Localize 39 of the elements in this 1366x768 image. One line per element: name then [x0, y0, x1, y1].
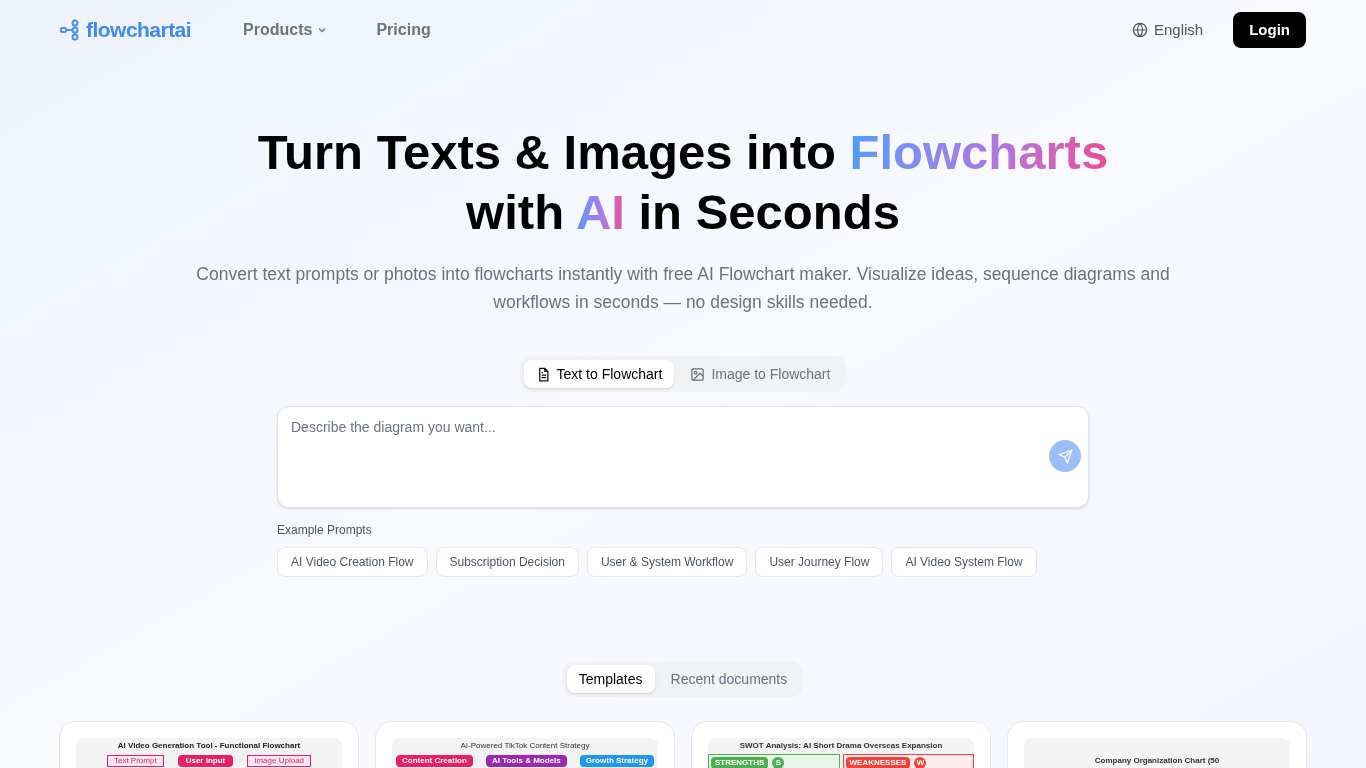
- template-card[interactable]: AI Video Generation Tool - Functional Flowchart Text Prompt User Input Image Upload: [59, 721, 359, 768]
- logo-icon: [60, 19, 80, 41]
- hero-subtitle: Convert text prompts or photos into flowcharts instantly with free AI Flowchart maker. Visualize ideas, sequence diagrams and workflows in seconds — no design skills needed.: [195, 263, 1171, 314]
- example-prompt-chip[interactable]: Subscription Decision: [435, 547, 579, 577]
- template-card[interactable]: AI-Powered TikTok Content Strategy Content Creation AI Tools & Models Growth Strategy: [375, 721, 675, 768]
- thumbnail-node: User Input: [177, 755, 234, 767]
- quadrant-label: STRENGTHS: [711, 757, 769, 768]
- hero-title: Turn Texts & Images into Flowcharts with AI in Seconds: [257, 124, 1109, 241]
- thumbnail-node: Growth Strategy: [579, 755, 654, 767]
- mode-tab[interactable]: Text to Flowchart: [523, 360, 675, 388]
- thumbnail-node: Text Prompt: [106, 755, 164, 767]
- globe-icon: [1131, 22, 1148, 38]
- example-prompt-chip[interactable]: User Journey Flow: [755, 547, 884, 577]
- nav-link[interactable]: Products: [243, 18, 329, 42]
- login-button[interactable]: Login: [1233, 12, 1306, 48]
- example-prompts-label: Example Prompts: [277, 522, 373, 539]
- quadrant-label: WEAKNESSES: [845, 757, 911, 768]
- image-icon: [690, 366, 706, 382]
- example-prompt-chip[interactable]: AI Video Creation Flow: [277, 547, 428, 577]
- document-tab[interactable]: Recent documents: [658, 665, 800, 693]
- template-card[interactable]: SWOT Analysis: AI Short Drama Overseas Expansion STRENGTHS S WEAKNESSES W: [691, 721, 991, 768]
- thumbnail-title: AI-Powered TikTok Content Strategy: [459, 741, 591, 751]
- thumbnail-node: AI Tools & Models: [485, 755, 567, 767]
- example-prompt-chip[interactable]: User & System Workflow: [586, 547, 748, 577]
- thumbnail-title: AI Video Generation Tool - Functional Flowchart: [116, 741, 302, 751]
- mode-tab[interactable]: Image to Flowchart: [678, 360, 843, 388]
- quadrant-letter: S: [772, 757, 785, 768]
- thumbnail-title: SWOT Analysis: AI Short Drama Overseas Expansion: [738, 741, 944, 751]
- quadrant-letter: W: [914, 757, 927, 768]
- thumbnail-node: Content Creation: [396, 755, 473, 767]
- send-icon: [1057, 448, 1073, 464]
- thumbnail-title: Company Organization Chart (50: [1093, 756, 1221, 766]
- nav-link[interactable]: Pricing: [376, 18, 431, 42]
- language-selector[interactable]: English: [1131, 18, 1204, 42]
- template-card[interactable]: Company Organization Chart (50: [1007, 721, 1307, 768]
- example-prompt-chip[interactable]: AI Video System Flow: [891, 547, 1037, 577]
- thumbnail-node: Image Upload: [247, 755, 312, 767]
- document-tab[interactable]: Templates: [566, 665, 655, 693]
- prompt-field[interactable]: Describe the diagram you want...: [277, 406, 1089, 508]
